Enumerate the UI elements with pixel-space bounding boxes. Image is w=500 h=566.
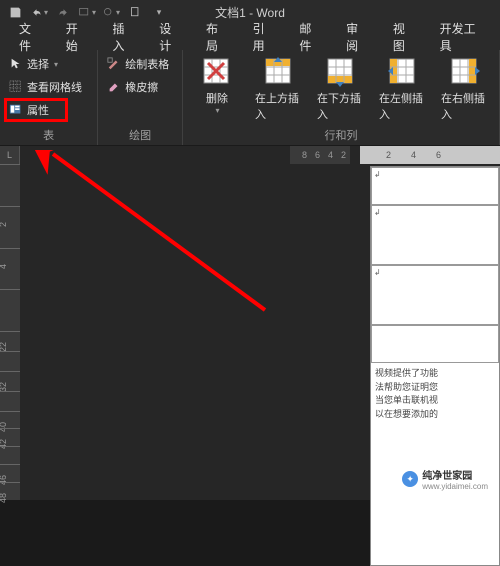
properties-button[interactable]: 属性 xyxy=(6,100,66,120)
insert-right-icon xyxy=(449,56,481,88)
group-rows-cols: 删除▾ 在上方插入 在下方插入 在左侧插入 在右侧插入 行和列 xyxy=(183,50,500,145)
undo-icon[interactable]: ▾ xyxy=(28,2,50,22)
watermark-brand: 纯净世家园 xyxy=(422,467,488,482)
group-label: 表 xyxy=(0,127,97,143)
insert-below-icon xyxy=(325,56,357,88)
table-cell[interactable]: ↲ xyxy=(371,205,499,265)
qat-item[interactable]: ▾ xyxy=(76,2,98,22)
tab-references[interactable]: 引用 xyxy=(240,24,287,50)
qat-item[interactable]: ▾ xyxy=(100,2,122,22)
insert-left-button[interactable]: 在左侧插入 xyxy=(375,54,431,128)
delete-icon xyxy=(201,56,233,88)
qat-customize-icon[interactable]: ▾ xyxy=(148,2,170,22)
group-table: 选择▾ 查看网格线 属性 表 xyxy=(0,50,98,145)
table-cell[interactable]: ↲ xyxy=(371,265,499,325)
insert-below-button[interactable]: 在下方插入 xyxy=(313,54,369,128)
tab-review[interactable]: 审阅 xyxy=(333,24,380,50)
group-label: 行和列 xyxy=(183,127,499,143)
insert-right-button[interactable]: 在右侧插入 xyxy=(437,54,493,128)
insert-above-button[interactable]: 在上方插入 xyxy=(251,54,307,128)
insert-above-icon xyxy=(263,56,295,88)
select-button[interactable]: 选择▾ xyxy=(6,54,85,74)
group-draw: 绘制表格 橡皮擦 绘图 xyxy=(98,50,183,145)
tab-file[interactable]: 文件 xyxy=(6,24,53,50)
paragraph-text[interactable]: 视频提供了功能 法帮助您证明您 当您单击联机视 以在想要添加的 xyxy=(371,363,499,425)
table-cell[interactable]: ↲ xyxy=(371,167,499,205)
tab-layout[interactable]: 布局 xyxy=(193,24,240,50)
delete-button[interactable]: 删除▾ xyxy=(189,54,245,128)
vertical-ruler[interactable] xyxy=(0,164,20,500)
horizontal-ruler-margin[interactable]: 8642 xyxy=(290,146,350,164)
ruler-corner: L xyxy=(0,146,20,164)
tab-home[interactable]: 开始 xyxy=(53,24,100,50)
save-icon[interactable] xyxy=(4,2,26,22)
watermark-logo-icon: ✦ xyxy=(402,471,418,487)
tab-view[interactable]: 视图 xyxy=(380,24,427,50)
table-cell[interactable] xyxy=(371,325,499,363)
tab-insert[interactable]: 插入 xyxy=(99,24,146,50)
ribbon: 选择▾ 查看网格线 属性 表 绘制表格 橡皮擦 绘图 删除▾ 在上方插入 xyxy=(0,50,500,146)
horizontal-ruler[interactable]: 2 4 6 xyxy=(360,146,500,164)
tab-mailings[interactable]: 邮件 xyxy=(286,24,333,50)
insert-left-icon xyxy=(387,56,419,88)
draw-table-button[interactable]: 绘制表格 xyxy=(104,54,172,74)
watermark-url: www.yidaimei.com xyxy=(422,482,488,491)
tab-developer[interactable]: 开发工具 xyxy=(427,24,494,50)
document-canvas: L 8642 2 4 6 ↲ ↲ ↲ 视频提供了功能 法帮助您证明您 当您单击联… xyxy=(0,146,500,500)
qat-item[interactable] xyxy=(124,2,146,22)
group-label: 绘图 xyxy=(98,127,182,143)
eraser-button[interactable]: 橡皮擦 xyxy=(104,77,172,97)
tab-design[interactable]: 设计 xyxy=(146,24,193,50)
view-gridlines-button[interactable]: 查看网格线 xyxy=(6,77,85,97)
document-page[interactable]: ↲ ↲ ↲ 视频提供了功能 法帮助您证明您 当您单击联机视 以在想要添加的 xyxy=(370,166,500,566)
ribbon-tabs: 文件 开始 插入 设计 布局 引用 邮件 审阅 视图 开发工具 xyxy=(0,24,500,50)
watermark: ✦ 纯净世家园 www.yidaimei.com xyxy=(396,464,494,494)
redo-icon[interactable] xyxy=(52,2,74,22)
